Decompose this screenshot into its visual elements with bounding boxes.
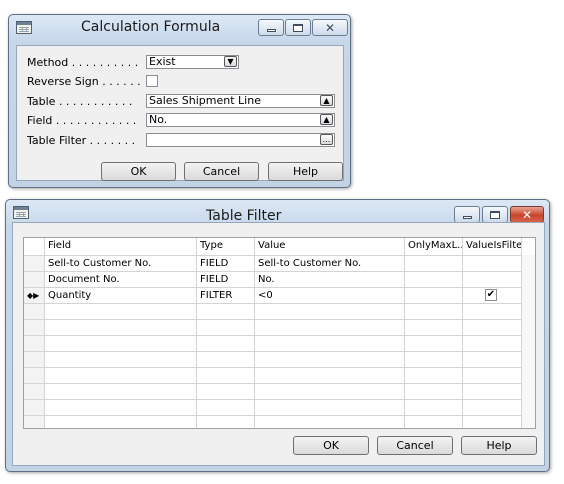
reverse-sign-label: Reverse Sign . . . . . .: [27, 75, 141, 88]
maximize-icon: [490, 210, 500, 219]
grid-line: [24, 319, 535, 320]
current-row-marker-icon: ◆▶: [27, 291, 40, 300]
column-header-onlymaxl[interactable]: OnlyMaxL...: [406, 239, 463, 255]
table-row-2-value[interactable]: No.: [256, 272, 404, 287]
table-row-1-type[interactable]: FIELD: [198, 256, 254, 271]
table-row-1-field[interactable]: Sell-to Customer No.: [46, 256, 196, 271]
filter-grid[interactable]: Field Type Value OnlyMaxL... ValueIsFilt…: [23, 237, 536, 429]
reverse-sign-checkbox[interactable]: [146, 75, 158, 87]
lookup-up-arrow-icon[interactable]: ▲: [320, 95, 333, 106]
field-label: Field . . . . . . . . . . . .: [27, 114, 137, 127]
close-icon: ✕: [521, 207, 533, 222]
grid-line: [24, 335, 535, 336]
maximize-icon: [293, 23, 303, 32]
table-field[interactable]: Sales Shipment Line ▲: [146, 94, 335, 108]
table-row-2-type[interactable]: FIELD: [198, 272, 254, 287]
close-button[interactable]: ✕: [510, 206, 544, 223]
field-value: No.: [149, 113, 168, 126]
form-icon: [13, 206, 29, 219]
grid-line: [24, 399, 535, 400]
calculation-formula-window: Calculation Formula ✕ Method . . . . . .…: [8, 14, 351, 188]
table-filter-label: Table Filter . . . . . . .: [27, 134, 136, 147]
column-header-field[interactable]: Field: [46, 239, 196, 255]
grid-line: [24, 415, 535, 416]
dropdown-arrow-icon[interactable]: ▼: [224, 56, 237, 67]
grid-line: [24, 303, 535, 304]
method-value: Exist: [149, 55, 176, 68]
cancel-button[interactable]: Cancel: [184, 162, 259, 181]
calc-titlebar[interactable]: Calculation Formula ✕: [9, 15, 350, 41]
form-icon: [16, 21, 32, 34]
close-icon: ✕: [324, 20, 336, 35]
table-value: Sales Shipment Line: [149, 94, 261, 107]
grid-line: [24, 383, 535, 384]
table-row-1-value[interactable]: Sell-to Customer No.: [256, 256, 404, 271]
table-label: Table . . . . . . . . . . .: [27, 95, 133, 108]
help-button[interactable]: Help: [461, 436, 537, 455]
table-row-3-type[interactable]: FILTER: [198, 288, 254, 303]
help-button[interactable]: Help: [268, 162, 343, 181]
minimize-button[interactable]: [454, 206, 480, 223]
ok-button[interactable]: OK: [293, 436, 369, 455]
vertical-scrollbar[interactable]: [522, 255, 535, 428]
field-field[interactable]: No. ▲: [146, 113, 335, 127]
calc-window-title: Calculation Formula: [81, 19, 221, 35]
ok-button[interactable]: OK: [101, 162, 176, 181]
table-row-2-field[interactable]: Document No.: [46, 272, 196, 287]
filter-client-area: Field Type Value OnlyMaxL... ValueIsFilt…: [12, 222, 545, 466]
minimize-button[interactable]: [258, 19, 284, 36]
row-selector-column: [24, 255, 44, 428]
assist-edit-button[interactable]: ...: [320, 134, 333, 145]
table-row-3-value[interactable]: <0: [256, 288, 404, 303]
cancel-button[interactable]: Cancel: [377, 436, 453, 455]
grid-line: [24, 367, 535, 368]
table-filter-field[interactable]: ...: [146, 133, 335, 147]
close-button[interactable]: ✕: [312, 19, 348, 36]
calc-client-area: Method . . . . . . . . . . Exist ▼ Rever…: [16, 45, 344, 181]
column-header-value[interactable]: Value: [256, 239, 404, 255]
minimize-icon: [266, 29, 276, 32]
minimize-icon: [462, 216, 472, 219]
maximize-button[interactable]: [482, 206, 508, 223]
method-dropdown[interactable]: Exist ▼: [146, 55, 239, 69]
table-filter-window: Table Filter ✕ Field Type Value OnlyMaxL…: [5, 199, 550, 472]
method-label: Method . . . . . . . . . .: [27, 56, 139, 69]
grid-line: [24, 351, 535, 352]
lookup-up-arrow-icon[interactable]: ▲: [320, 114, 333, 125]
column-header-valueisfilter[interactable]: ValueIsFilter: [464, 239, 522, 255]
table-row-3-field[interactable]: Quantity: [46, 288, 196, 303]
value-is-filter-checkbox[interactable]: ✔: [485, 289, 497, 301]
maximize-button[interactable]: [285, 19, 311, 36]
column-header-type[interactable]: Type: [198, 239, 254, 255]
